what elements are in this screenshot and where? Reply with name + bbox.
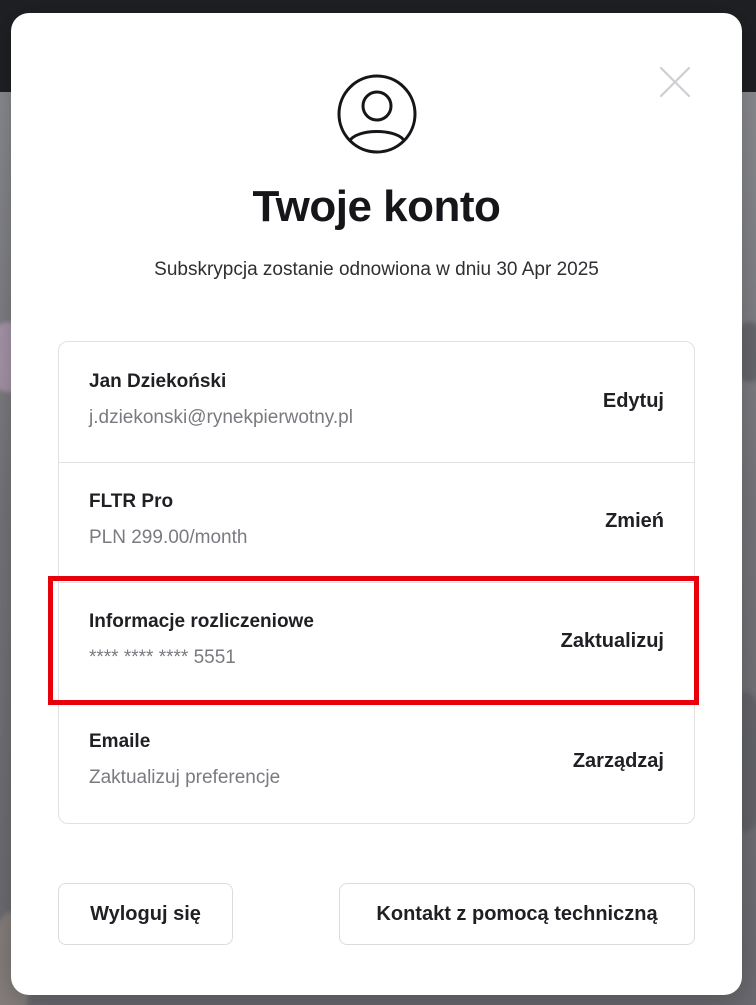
renewal-notice: Subskrypcja zostanie odnowiona w dniu 30… [154, 259, 599, 280]
account-row-emails[interactable]: Emaile Zaktualizuj preferencje Zarządzaj [59, 702, 694, 822]
contact-support-button[interactable]: Kontakt z pomocą techniczną [339, 883, 695, 945]
close-icon [659, 66, 691, 98]
update-billing-button[interactable]: Zaktualizuj [561, 630, 664, 653]
account-row-profile[interactable]: Jan Dziekoński j.dziekonski@rynekpierwot… [59, 342, 694, 463]
change-plan-button[interactable]: Zmień [605, 510, 664, 533]
edit-profile-button[interactable]: Edytuj [603, 390, 664, 413]
billing-title: Informacje rozliczeniowe [89, 611, 314, 632]
account-modal: Twoje konto Subskrypcja zostanie odnowio… [11, 13, 742, 995]
profile-name: Jan Dziekoński [89, 371, 227, 392]
close-button[interactable] [657, 64, 693, 100]
plan-name: FLTR Pro [89, 491, 174, 512]
page-title: Twoje konto [252, 182, 501, 231]
profile-email: j.dziekonski@rynekpierwotny.pl [89, 407, 353, 428]
plan-price: PLN 299.00/month [89, 527, 248, 548]
account-row-billing[interactable]: Informacje rozliczeniowe **** **** **** … [59, 582, 694, 703]
logout-button[interactable]: Wyloguj się [58, 883, 233, 945]
manage-emails-button[interactable]: Zarządzaj [573, 750, 664, 773]
emails-subtitle: Zaktualizuj preferencje [89, 767, 281, 788]
emails-title: Emaile [89, 731, 151, 752]
account-row-plan[interactable]: FLTR Pro PLN 299.00/month Zmień [59, 462, 694, 583]
card-number-masked: **** **** **** 5551 [89, 647, 236, 668]
account-settings-list: Jan Dziekoński j.dziekonski@rynekpierwot… [58, 341, 695, 824]
user-circle-icon [335, 72, 419, 156]
